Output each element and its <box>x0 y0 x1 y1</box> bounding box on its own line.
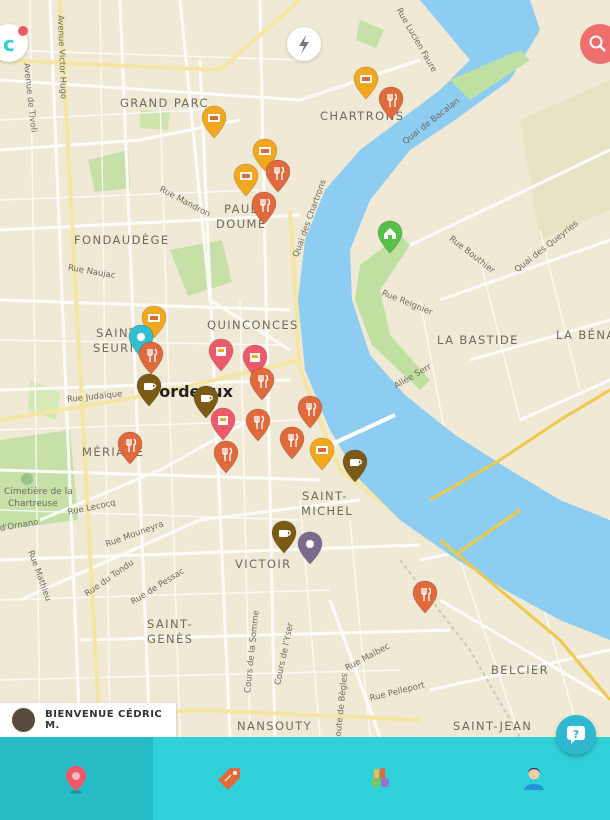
cafe-icon <box>342 449 368 483</box>
map-pin-restaurant[interactable] <box>412 580 438 614</box>
restaurant-icon <box>138 341 164 375</box>
area-label-la-benauge: LA BÉNA <box>556 328 610 342</box>
area-label-grand-parc: GRAND PARC <box>120 96 209 110</box>
hands-icon <box>372 767 390 787</box>
cafe-icon <box>136 373 162 407</box>
restaurant-icon <box>117 431 143 465</box>
area-label-victoire: VICTOIR <box>235 557 292 571</box>
search-button[interactable] <box>580 24 610 64</box>
map-pin-restaurant[interactable] <box>251 191 277 225</box>
map-pin-restaurant[interactable] <box>297 395 323 429</box>
bottom-tab-bar <box>0 737 610 820</box>
map-pin-restaurant[interactable] <box>378 86 404 120</box>
restaurant-icon <box>249 367 275 401</box>
restaurant-icon <box>412 580 438 614</box>
area-label-saint-jean: SAINT-JEAN <box>453 719 533 733</box>
svg-text:c: c <box>3 32 15 56</box>
map-view[interactable]: GRAND PARC CHARTRONS PAUL DOUME FONDAUDÈ… <box>0 0 610 737</box>
avatar <box>12 708 36 732</box>
restaurant-icon <box>279 426 305 460</box>
map-pin-restaurant[interactable] <box>265 159 291 193</box>
map-pin-store[interactable] <box>210 407 236 441</box>
shop-icon <box>201 105 227 139</box>
restaurant-icon <box>265 159 291 193</box>
lightning-icon <box>299 35 309 54</box>
area-label-saint-michel-1: SAINT- <box>302 489 348 503</box>
landmark-label: Cimetière de la <box>4 487 73 497</box>
map-pin-cafe[interactable] <box>136 373 162 407</box>
map-base <box>0 0 610 737</box>
map-pin-cafe[interactable] <box>271 520 297 554</box>
help-button[interactable]: ? <box>556 715 596 755</box>
area-label-saint-michel-2: MICHEL <box>301 504 354 518</box>
app-logo-button[interactable]: c <box>0 24 28 62</box>
store-icon <box>208 338 234 372</box>
area-label-nansouty: NANSOUTY <box>237 719 313 733</box>
map-pin-restaurant[interactable] <box>279 426 305 460</box>
user-icon <box>523 767 544 790</box>
restaurant-icon <box>297 395 323 429</box>
app-logo-icon: c <box>3 26 28 56</box>
map-pin-icon <box>66 765 87 794</box>
area-label-belcier: BELCIER <box>491 663 550 677</box>
shop-icon <box>353 66 379 100</box>
map-pin-location[interactable] <box>297 531 323 565</box>
map-pin-cafe[interactable] <box>342 449 368 483</box>
restaurant-icon <box>251 191 277 225</box>
price-tag-icon <box>217 767 240 790</box>
map-pin-shop[interactable] <box>309 437 335 471</box>
home-icon <box>377 220 403 254</box>
help-chat-icon: ? <box>567 726 585 744</box>
map-pin-restaurant[interactable] <box>245 408 271 442</box>
map-pin-restaurant[interactable] <box>138 341 164 375</box>
area-label-quinconces: QUINCONCES <box>207 318 299 332</box>
welcome-banner[interactable]: BIENVENUE CÉDRIC M. <box>0 703 176 737</box>
map-pin-restaurant[interactable] <box>213 440 239 474</box>
map-pin-shop[interactable] <box>201 105 227 139</box>
tab-offers[interactable] <box>153 737 306 820</box>
map-pin-shop[interactable] <box>353 66 379 100</box>
area-label-saint-genes-2: GENÈS <box>147 632 194 646</box>
restaurant-icon <box>378 86 404 120</box>
restaurant-icon <box>245 408 271 442</box>
flash-button[interactable] <box>287 27 321 61</box>
tab-map[interactable] <box>0 737 153 820</box>
area-label-la-bastide: LA BASTIDE <box>437 333 519 347</box>
tab-community[interactable] <box>305 737 458 820</box>
shop-icon <box>309 437 335 471</box>
store-icon <box>210 407 236 441</box>
location-icon <box>297 531 323 565</box>
map-pin-restaurant[interactable] <box>249 367 275 401</box>
area-label-saint-genes-1: SAINT- <box>147 617 193 631</box>
map-pin-restaurant[interactable] <box>117 431 143 465</box>
restaurant-icon <box>213 440 239 474</box>
map-pin-store[interactable] <box>208 338 234 372</box>
landmark-label: Chartreuse <box>8 499 58 509</box>
map-pin-home[interactable] <box>377 220 403 254</box>
search-icon <box>589 35 606 52</box>
welcome-text: BIENVENUE CÉDRIC M. <box>45 709 163 731</box>
svg-text:?: ? <box>573 728 579 741</box>
area-label-fondaudege: FONDAUDÈGE <box>74 233 170 247</box>
cafe-icon <box>271 520 297 554</box>
